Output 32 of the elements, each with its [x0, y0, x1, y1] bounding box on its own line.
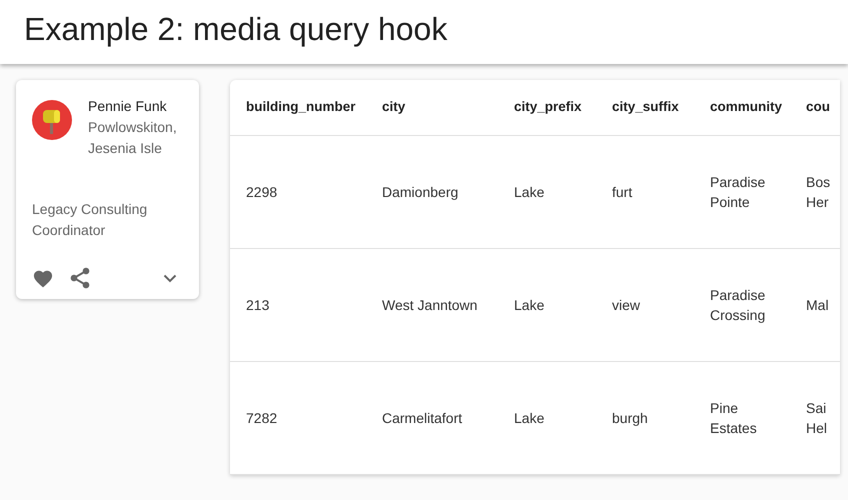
- column-header: community: [710, 99, 782, 114]
- heart-icon[interactable]: [32, 268, 54, 288]
- job-title: Legacy Consulting Coordinator: [32, 200, 148, 240]
- share-icon[interactable]: [70, 267, 90, 289]
- table-cell: West Janntown: [382, 296, 478, 312]
- avatar-icon: [32, 100, 72, 140]
- table-cell: furt: [612, 184, 632, 200]
- column-header: building_number: [246, 99, 356, 114]
- column-header: cou: [806, 99, 830, 114]
- table-cell: Lake: [514, 184, 544, 200]
- table-cell: Paradise Crossing: [710, 286, 766, 322]
- column-header: city_prefix: [514, 99, 582, 114]
- column-header: city_suffix: [612, 99, 679, 114]
- table-cell-text: Sai Hel: [806, 398, 828, 438]
- person-address: Powlowskiton, Jesenia Isle: [88, 118, 178, 158]
- table-cell: Carmelitafort: [382, 410, 462, 426]
- person-name: Pennie Funk: [88, 97, 168, 116]
- table-cell: Paradise Pointe: [710, 174, 766, 210]
- table-cell-text: Mal: [806, 296, 830, 314]
- table-cell: Lake: [514, 410, 544, 426]
- table-cell: Pine Estates: [710, 400, 757, 436]
- column-header: city: [382, 99, 406, 114]
- table-cell: 7282: [246, 410, 278, 426]
- page-title: Example 2: media query hook: [24, 10, 448, 48]
- table-cell: Lake: [514, 296, 544, 312]
- table-cell: view: [612, 296, 640, 312]
- table-cell: Damionberg: [382, 184, 458, 200]
- table-cell: 213: [246, 296, 270, 312]
- chevron-down-icon[interactable]: [163, 274, 177, 282]
- table-cell: burgh: [612, 410, 648, 426]
- table-cell-text: Bos Her: [806, 172, 832, 212]
- table-cell: 2298: [246, 184, 278, 200]
